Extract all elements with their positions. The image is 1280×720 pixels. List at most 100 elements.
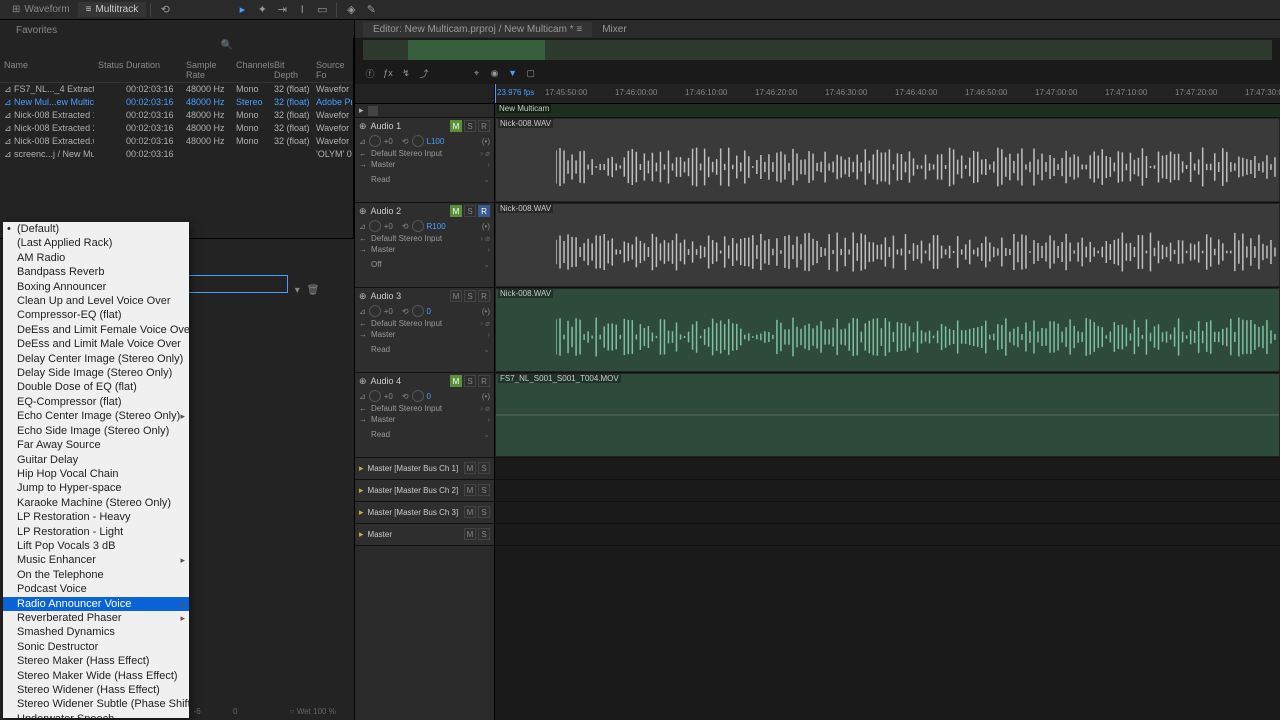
preset-menu-item[interactable]: Boxing Announcer <box>3 280 189 294</box>
preset-menu-item[interactable]: Smashed Dynamics <box>3 625 189 639</box>
file-row[interactable]: ⊿ Nick-008 Extracted 2.wav00:02:03:16480… <box>0 122 353 135</box>
vol-knob[interactable] <box>369 135 381 147</box>
solo-button[interactable]: S <box>464 375 476 387</box>
preset-menu-item[interactable]: Double Dose of EQ (flat) <box>3 380 189 394</box>
preset-menu-item[interactable]: Lift Pop Vocals 3 dB <box>3 539 189 553</box>
mute-button[interactable]: M <box>464 462 476 474</box>
mute-button[interactable]: M <box>450 120 462 132</box>
solo-button[interactable]: S <box>464 205 476 217</box>
track-header[interactable]: ⊕Audio 2MSR ⊿+0⟲R100(•) ←Default Stereo … <box>355 203 494 288</box>
solo-button[interactable]: S <box>464 120 476 132</box>
preset-menu-item[interactable]: Far Away Source <box>3 438 189 452</box>
file-row[interactable]: ⊿ Nick-008 Extracted 1.wav00:02:03:16480… <box>0 109 353 122</box>
track-header[interactable]: ⊕Audio 1MSR ⊿+0⟲L100(•) ←Default Stereo … <box>355 118 494 203</box>
slip-tool-icon[interactable]: ⇥ <box>274 2 290 18</box>
track-header[interactable]: ⊕Audio 3MSR ⊿+0⟲0(•) ←Default Stereo Inp… <box>355 288 494 373</box>
playhead-icon[interactable]: ▼ <box>506 66 520 80</box>
record-button[interactable]: R <box>478 375 490 387</box>
preset-menu-item[interactable]: LP Restoration - Heavy <box>3 510 189 524</box>
preset-menu-item[interactable]: (Default) <box>3 222 189 236</box>
editor-tab[interactable]: Editor: New Multicam.prproj / New Multic… <box>363 22 592 37</box>
time-ruler[interactable]: 23.976 fps 17:45:50:0017:46:00:0017:46:1… <box>495 84 1280 104</box>
track-header[interactable]: ⊕Audio 4MSR ⊿+0⟲0(•) ←Default Stereo Inp… <box>355 373 494 458</box>
preset-menu-item[interactable]: DeEss and Limit Female Voice Over <box>3 323 189 337</box>
razor-tool-icon[interactable]: ✦ <box>254 2 270 18</box>
record-button[interactable]: R <box>478 205 490 217</box>
vol-knob[interactable] <box>369 305 381 317</box>
file-row[interactable]: ⊿ New Mul...ew Multicam *00:02:03:164800… <box>0 96 353 109</box>
mute-button[interactable]: M <box>450 290 462 302</box>
preset-menu-item[interactable]: LP Restoration - Light <box>3 525 189 539</box>
preset-menu-item[interactable]: Echo Center Image (Stereo Only) <box>3 409 189 423</box>
track-lane[interactable]: Nick-008.WAV <box>495 288 1280 373</box>
solo-button[interactable]: S <box>478 462 490 474</box>
record-button[interactable]: R <box>478 290 490 302</box>
file-row[interactable]: ⊿ screenc...j / New Multicam00:02:03:16'… <box>0 148 353 161</box>
bus-header[interactable]: ▸MasterMS <box>355 524 494 546</box>
move-tool-icon[interactable]: ▸ <box>234 2 250 18</box>
fx-icon[interactable]: ⓕ <box>363 66 377 80</box>
vol-knob[interactable] <box>369 390 381 402</box>
panel-favorites[interactable]: Favorites <box>8 23 65 38</box>
track-lane[interactable]: Nick-008.WAV <box>495 118 1280 203</box>
preset-menu-item[interactable]: Delay Side Image (Stereo Only) <box>3 366 189 380</box>
preset-menu-item[interactable]: Reverberated Phaser <box>3 611 189 625</box>
preset-menu-item[interactable]: Echo Side Image (Stereo Only) <box>3 424 189 438</box>
globe-icon[interactable]: ◉ <box>488 66 502 80</box>
pan-knob[interactable] <box>412 305 424 317</box>
preset-menu-item[interactable]: Stereo Maker (Hass Effect) <box>3 654 189 668</box>
tab-waveform[interactable]: ⊞ Waveform <box>4 2 78 17</box>
bus-header[interactable]: ▸Master [Master Bus Ch 3]MS <box>355 502 494 524</box>
preset-menu-item[interactable]: Clean Up and Level Voice Over <box>3 294 189 308</box>
preset-menu-item[interactable]: Jump to Hyper-space <box>3 481 189 495</box>
preset-menu-item[interactable]: EQ-Compressor (flat) <box>3 395 189 409</box>
preset-menu-item[interactable]: (Last Applied Rack) <box>3 236 189 250</box>
mute-button[interactable]: M <box>450 205 462 217</box>
preset-menu-item[interactable]: Delay Center Image (Stereo Only) <box>3 352 189 366</box>
video-lane[interactable]: New Multicam <box>495 104 1280 118</box>
marquee-tool-icon[interactable]: ▭ <box>314 2 330 18</box>
track-lane[interactable]: FS7_NL_S001_S001_T004.MOV <box>495 373 1280 458</box>
preset-menu-item[interactable]: Hip Hop Vocal Chain <box>3 467 189 481</box>
preset-menu-item[interactable]: Podcast Voice <box>3 582 189 596</box>
record-button[interactable]: R <box>478 120 490 132</box>
preset-menu-item[interactable]: Music Enhancer <box>3 553 189 567</box>
solo-button[interactable]: S <box>478 528 490 540</box>
solo-button[interactable]: S <box>478 506 490 518</box>
mute-button[interactable]: M <box>450 375 462 387</box>
preset-menu-item[interactable]: AM Radio <box>3 251 189 265</box>
track-lane[interactable]: Nick-008.WAV <box>495 203 1280 288</box>
mixer-tab[interactable]: Mixer <box>592 22 636 37</box>
send-icon[interactable]: ⤴ <box>417 66 431 80</box>
vol-knob[interactable] <box>369 220 381 232</box>
pan-knob[interactable] <box>412 220 424 232</box>
preset-menu-item[interactable]: Stereo Maker Wide (Hass Effect) <box>3 669 189 683</box>
zoom-icon[interactable]: ▢ <box>524 66 538 80</box>
tab-multitrack[interactable]: ≡ Multitrack <box>78 2 147 17</box>
preset-menu-item[interactable]: Bandpass Reverb <box>3 265 189 279</box>
mute-button[interactable]: M <box>464 506 476 518</box>
snap-icon[interactable]: ⌖ <box>470 66 484 80</box>
file-row[interactable]: ⊿ Nick-008 Extracted.wav00:02:03:1648000… <box>0 135 353 148</box>
video-toggle-icon[interactable]: ▸ <box>359 105 364 116</box>
playhead[interactable] <box>495 84 496 103</box>
preset-menu-item[interactable]: Sonic Destructor <box>3 640 189 654</box>
env-icon[interactable]: ↯ <box>399 66 413 80</box>
overview-bar[interactable] <box>363 40 1272 60</box>
brush-tool-icon[interactable]: ✎ <box>363 2 379 18</box>
preset-menu-item[interactable]: Underwater Speech <box>3 712 189 718</box>
preset-menu-item[interactable]: On the Telephone <box>3 568 189 582</box>
preset-menu-item[interactable]: Guitar Delay <box>3 453 189 467</box>
pan-knob[interactable] <box>412 390 424 402</box>
preset-menu-item[interactable]: DeEss and Limit Male Voice Over <box>3 337 189 351</box>
bus-header[interactable]: ▸Master [Master Bus Ch 1]MS <box>355 458 494 480</box>
solo-button[interactable]: S <box>478 484 490 496</box>
heal-tool-icon[interactable]: ◈ <box>343 2 359 18</box>
solo-button[interactable]: S <box>464 290 476 302</box>
fx-toggle-icon[interactable]: ƒx <box>381 66 395 80</box>
preset-menu-item[interactable]: Radio Announcer Voice <box>3 597 189 611</box>
toolbar-history-icon[interactable]: ⟲ <box>157 2 173 18</box>
save-preset-icon[interactable]: ▾ <box>295 285 300 296</box>
track-color-swatch[interactable] <box>368 106 378 116</box>
preset-menu-item[interactable]: Karaoke Machine (Stereo Only) <box>3 496 189 510</box>
